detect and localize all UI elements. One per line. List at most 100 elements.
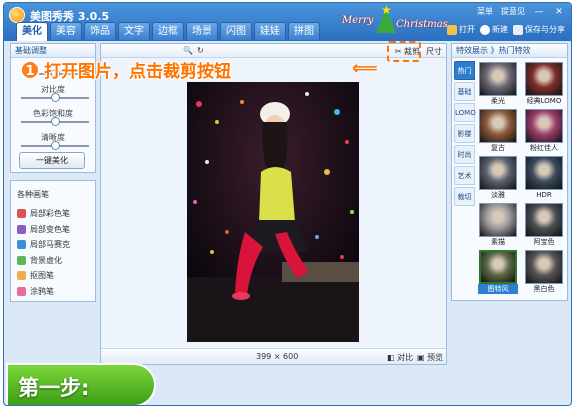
plus-icon	[480, 24, 490, 35]
effects-header: 特效展示 》热门特效	[452, 44, 567, 58]
effect-label: 柔光	[491, 97, 505, 105]
effect-abao[interactable]: 阿宝色	[524, 203, 564, 247]
compare-button[interactable]: ◧ 对比	[387, 352, 413, 363]
zoom-icon[interactable]: 🔍	[183, 46, 193, 55]
effect-thumbnail	[479, 250, 517, 284]
crop-highlight-box	[387, 41, 421, 62]
effect-vintage[interactable]: 复古	[478, 109, 518, 153]
feedback-link[interactable]: 提意见	[501, 6, 525, 17]
effect-selected[interactable]: 图特风	[478, 250, 518, 294]
category-crop[interactable]: 裁切	[454, 187, 475, 206]
save-share-button[interactable]: 保存与分享	[513, 24, 565, 35]
effect-label: 淡雅	[491, 191, 505, 199]
step-label-text: 第一步:	[18, 376, 90, 400]
tab-accessories[interactable]: 饰品	[84, 22, 116, 40]
effect-elegant[interactable]: 淡雅	[478, 156, 518, 200]
effect-soft-light[interactable]: 柔光	[478, 62, 518, 106]
effect-hdr[interactable]: HDR	[524, 156, 564, 200]
resize-button[interactable]: 尺寸	[426, 46, 442, 57]
tab-frame[interactable]: 边框	[152, 22, 184, 40]
save-label: 保存与分享	[525, 25, 565, 34]
blur-icon	[17, 255, 26, 265]
contrast-thumb[interactable]	[50, 93, 60, 102]
tab-doll[interactable]: 娃娃	[254, 22, 286, 40]
category-art[interactable]: 艺术	[454, 166, 475, 185]
effects-grid: 柔光 经典LOMO 复古 粉红佳人 淡雅 HDR 素描 阿宝色 图特风 黑白色	[478, 62, 564, 294]
menu-link[interactable]: 菜单	[477, 6, 493, 17]
file-actions: 打开 新建 保存与分享	[447, 24, 565, 35]
arrow-left-icon: ⟸	[352, 58, 378, 79]
brush-label: 涂鸦笔	[30, 286, 54, 296]
category-lomo[interactable]: LOMO	[454, 103, 476, 122]
category-fashion[interactable]: 时尚	[454, 145, 475, 164]
brush-item-cutout[interactable]: 抠图笔	[11, 268, 95, 284]
tab-flash[interactable]: 闪图	[220, 22, 252, 40]
brush-item-mosaic[interactable]: 局部马赛克	[11, 237, 95, 253]
effect-label: 黑白色	[533, 285, 555, 293]
pencil-icon	[17, 286, 26, 296]
step-number-badge: 1	[20, 59, 40, 80]
effect-thumbnail	[479, 62, 517, 96]
folder-icon	[447, 24, 457, 35]
close-icon[interactable]: ✕	[553, 7, 565, 17]
new-button[interactable]: 新建	[480, 24, 508, 35]
minimize-icon[interactable]: —	[533, 7, 545, 17]
brushes-panel: 各种画笔 局部彩色笔 局部变色笔 局部马赛克 背景虚化 抠图笔 涂鸦笔	[10, 180, 96, 302]
photo-image	[187, 82, 359, 342]
sharpness-thumb[interactable]	[50, 141, 60, 150]
title-bar: 美图秀秀 3.0.5 美化 美容 饰品 文字 边框 场景 闪图 娃娃 拼图 Me…	[4, 3, 571, 41]
category-hot[interactable]: 热门	[454, 61, 475, 80]
open-button[interactable]: 打开	[447, 24, 475, 35]
effect-pink-lady[interactable]: 粉红佳人	[524, 109, 564, 153]
mosaic-icon	[17, 240, 26, 250]
tab-beauty[interactable]: 美容	[50, 22, 82, 40]
new-label: 新建	[492, 25, 508, 34]
tab-beautify[interactable]: 美化	[16, 22, 48, 41]
compare-icon: ◧	[387, 353, 395, 362]
cutout-icon	[17, 271, 26, 281]
brush-label: 局部变色笔	[30, 224, 70, 234]
tutorial-step-instruction: 1 打开图片，点击裁剪按钮	[20, 57, 231, 82]
effect-thumbnail	[525, 156, 563, 190]
brush-item-doodle[interactable]: 涂鸦笔	[11, 284, 95, 300]
tab-text[interactable]: 文字	[118, 22, 150, 40]
open-label: 打开	[459, 25, 475, 34]
effect-classic-lomo[interactable]: 经典LOMO	[524, 62, 564, 106]
tab-collage[interactable]: 拼图	[288, 22, 320, 40]
basic-adjust-header: 基础调整	[11, 44, 95, 58]
banner-merry: Merry	[342, 15, 374, 26]
star-icon: ★	[381, 3, 392, 17]
effect-label: 经典LOMO	[526, 97, 562, 105]
effects-panel: 特效展示 》热门特效 热门 基础 LOMO 影楼 时尚 艺术 裁切 柔光 经典L…	[451, 43, 568, 301]
effect-label: 复古	[491, 144, 505, 152]
tab-scene[interactable]: 场景	[186, 22, 218, 40]
effect-thumbnail	[479, 109, 517, 143]
preview-button[interactable]: ▣ 预览	[417, 352, 443, 363]
brush-icon	[17, 209, 26, 219]
effect-thumbnail	[479, 203, 517, 237]
effect-sketch[interactable]: 素描	[478, 203, 518, 247]
effect-black-white[interactable]: 黑白色	[524, 250, 564, 294]
rotate-icon[interactable]: ↻	[197, 46, 204, 55]
image-dimensions: 399 × 600	[256, 352, 299, 361]
effect-label: 粉红佳人	[530, 144, 558, 152]
saturation-thumb[interactable]	[50, 117, 60, 126]
brush-label: 局部彩色笔	[30, 209, 70, 219]
preview-icon: ▣	[417, 353, 425, 362]
app-logo-icon	[9, 7, 25, 23]
brushes-header: 各种画笔	[17, 190, 49, 199]
banner-christmas: Christmas	[396, 19, 448, 30]
editing-canvas: 🔍 ↻ ✂ 裁剪 尺寸 399 × 600 ◧ 对比 ▣ 预览	[100, 43, 447, 365]
brush-item-recolor[interactable]: 局部变色笔	[11, 222, 95, 238]
main-tabs: 美化 美容 饰品 文字 边框 场景 闪图 娃娃 拼图	[16, 22, 320, 41]
category-studio[interactable]: 影楼	[454, 124, 475, 143]
effect-label: 素描	[491, 238, 505, 246]
category-basic[interactable]: 基础	[454, 82, 475, 101]
one-click-beautify-button[interactable]: 一键美化	[19, 152, 85, 169]
brush-icon	[17, 224, 26, 234]
brush-item-color[interactable]: 局部彩色笔	[11, 206, 95, 222]
brush-label: 局部马赛克	[30, 240, 70, 250]
save-icon	[513, 24, 523, 35]
compare-label: 对比	[397, 353, 414, 362]
brush-item-blur[interactable]: 背景虚化	[11, 253, 95, 269]
